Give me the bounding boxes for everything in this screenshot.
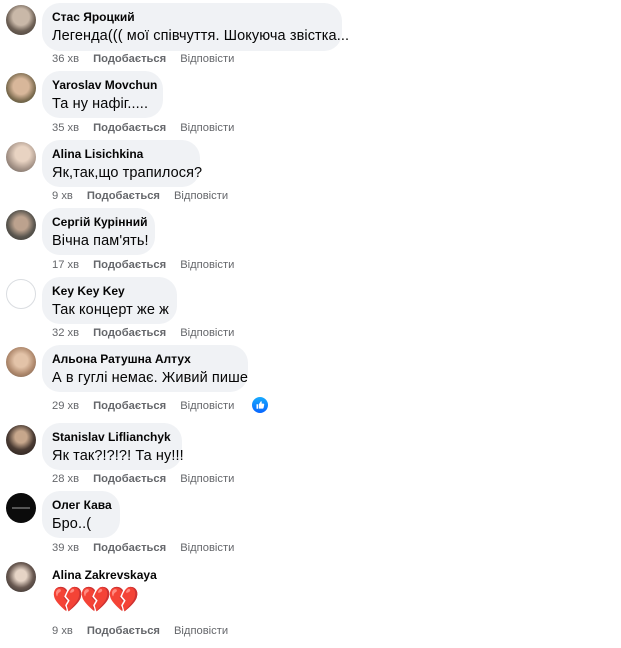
comment-timestamp[interactable]: 35 хв xyxy=(52,122,79,134)
comment-text: Вічна пам'ять! xyxy=(52,233,149,249)
comment-bubble: Сергій Курінний Вічна пам'ять! xyxy=(42,208,155,255)
comment-timestamp[interactable]: 39 хв xyxy=(52,542,79,554)
comment-timestamp[interactable]: 36 хв xyxy=(52,53,79,65)
comment-text: Легенда((( мої співчуття. Шокуюча звістк… xyxy=(52,28,350,44)
comment-actions: 35 хв Подобається Відповісти xyxy=(52,122,234,134)
comment-actions: 29 хв Подобається Відповісти xyxy=(52,400,234,412)
comment-author[interactable]: Alina Lisichkina xyxy=(52,147,188,162)
comment-timestamp[interactable]: 9 хв xyxy=(52,190,73,202)
comment-bubble: Stanislav Liflianchyk Як так?!?!?! Та ну… xyxy=(42,423,184,470)
comment-bubble: Alina Zakrevskaya 💔💔💔 xyxy=(42,562,172,618)
avatar[interactable] xyxy=(6,493,36,523)
comment-author[interactable]: Alina Zakrevskaya xyxy=(52,568,160,583)
reply-button[interactable]: Відповісти xyxy=(180,327,234,339)
comment-author[interactable]: Yaroslav Movchun xyxy=(52,78,157,93)
reply-button[interactable]: Відповісти xyxy=(180,400,234,412)
avatar[interactable] xyxy=(6,562,36,592)
comment-text: Як,так,що трапилося? xyxy=(52,165,203,181)
comment-actions: 28 хв Подобається Відповісти xyxy=(52,473,234,485)
comment-author[interactable]: Олег Кава xyxy=(52,498,112,513)
comment-timestamp[interactable]: 32 хв xyxy=(52,327,79,339)
comment-bubble: Alina Lisichkina Як,так,що трапилося? xyxy=(42,140,203,187)
comment-text: Бро..( xyxy=(52,516,92,532)
comment-author[interactable]: Альона Ратушна Алтух xyxy=(52,352,236,367)
avatar[interactable] xyxy=(6,5,36,35)
avatar[interactable] xyxy=(6,347,36,377)
comment-bubble: Альона Ратушна Алтух А в гуглі немає. Жи… xyxy=(42,345,248,392)
like-button[interactable]: Подобається xyxy=(87,625,160,637)
comment-text: Як так?!?!?! Та ну!!! xyxy=(52,448,184,464)
comment-timestamp[interactable]: 29 хв xyxy=(52,400,79,412)
reply-button[interactable]: Відповісти xyxy=(180,122,234,134)
comment-text: Так концерт же ж xyxy=(52,302,169,318)
reply-button[interactable]: Відповісти xyxy=(180,53,234,65)
comment-actions: 39 хв Подобається Відповісти xyxy=(52,542,234,554)
avatar[interactable] xyxy=(6,210,36,240)
comment-bubble: Key Key Key Так концерт же ж xyxy=(42,277,177,324)
like-button[interactable]: Подобається xyxy=(93,473,166,485)
comment-bubble: Стас Яроцкий Легенда((( мої співчуття. Ш… xyxy=(42,3,350,51)
comment-actions: 17 хв Подобається Відповісти xyxy=(52,259,234,271)
avatar[interactable] xyxy=(6,142,36,172)
comment-bubble: Олег Кава Бро..( xyxy=(42,491,120,538)
comment-text: А в гуглі немає. Живий пише xyxy=(52,370,248,386)
like-button[interactable]: Подобається xyxy=(93,542,166,554)
comment-author[interactable]: Стас Яроцкий xyxy=(52,10,330,25)
comment-actions: 9 хв Подобається Відповісти xyxy=(52,190,228,202)
avatar[interactable] xyxy=(6,73,36,103)
comment-timestamp[interactable]: 28 хв xyxy=(52,473,79,485)
comment-timestamp[interactable]: 17 хв xyxy=(52,259,79,271)
comment-author[interactable]: Stanislav Liflianchyk xyxy=(52,430,171,445)
reply-button[interactable]: Відповісти xyxy=(180,473,234,485)
avatar[interactable] xyxy=(6,279,36,309)
like-button[interactable]: Подобається xyxy=(93,53,166,65)
comment-text: Та ну нафіг..... xyxy=(52,96,149,112)
comment-actions: 36 хв Подобається Відповісти xyxy=(52,53,234,65)
like-button[interactable]: Подобається xyxy=(93,122,166,134)
like-button[interactable]: Подобається xyxy=(93,327,166,339)
comment-text: 💔💔💔 xyxy=(52,586,139,614)
avatar[interactable] xyxy=(6,425,36,455)
reply-button[interactable]: Відповісти xyxy=(180,259,234,271)
reply-button[interactable]: Відповісти xyxy=(174,190,228,202)
comment-timestamp[interactable]: 9 хв xyxy=(52,625,73,637)
comment-bubble: Yaroslav Movchun Та ну нафіг..... xyxy=(42,71,163,118)
like-button[interactable]: Подобається xyxy=(93,400,166,412)
comment-actions: 32 хв Подобається Відповісти xyxy=(52,327,234,339)
reply-button[interactable]: Відповісти xyxy=(174,625,228,637)
like-button[interactable]: Подобається xyxy=(87,190,160,202)
comment-actions: 9 хв Подобається Відповісти xyxy=(52,625,228,637)
comment-author[interactable]: Key Key Key xyxy=(52,284,165,299)
comment-author[interactable]: Сергій Курінний xyxy=(52,215,147,230)
reply-button[interactable]: Відповісти xyxy=(180,542,234,554)
like-reaction-icon[interactable] xyxy=(252,397,268,413)
like-button[interactable]: Подобається xyxy=(93,259,166,271)
